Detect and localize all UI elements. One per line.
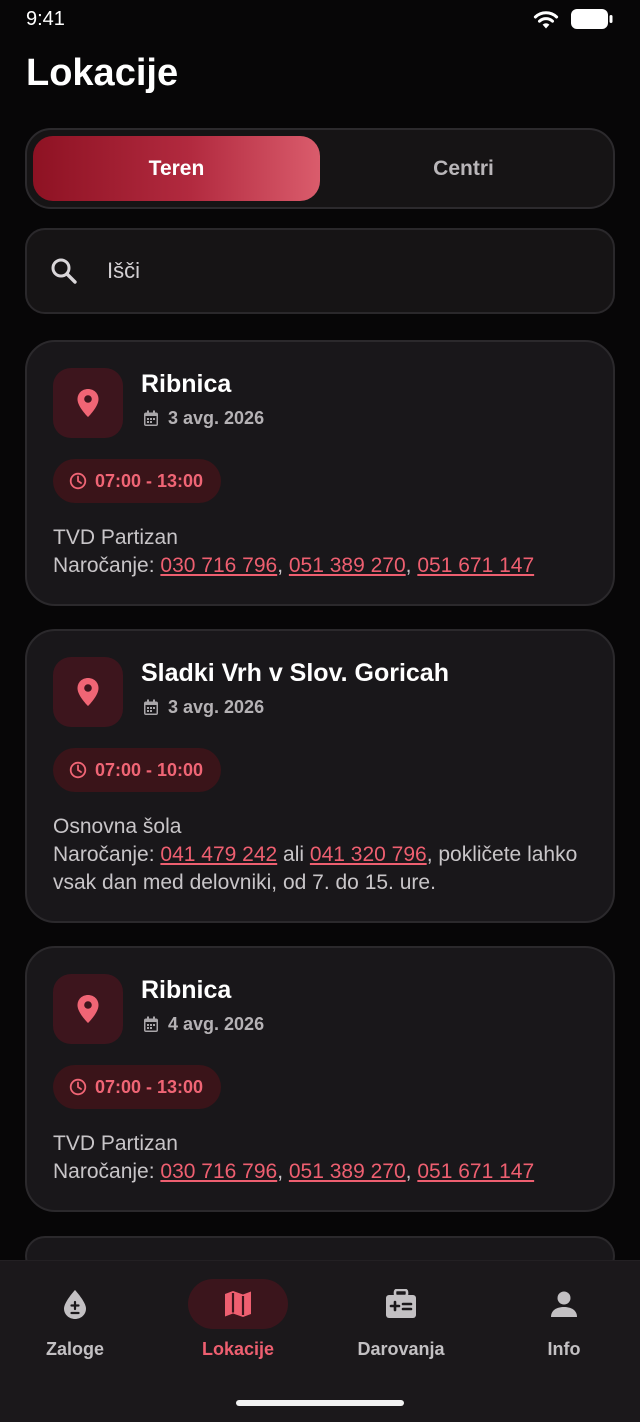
nav-item-zaloge[interactable]: Zaloge: [0, 1279, 155, 1379]
time-chip: 07:00 - 13:00: [53, 459, 222, 503]
venue: TVD Partizan: [53, 1132, 178, 1155]
status-icons: [532, 8, 614, 30]
time-chip: 07:00 - 10:00: [53, 748, 222, 792]
phone-link[interactable]: 030 716 796: [160, 554, 277, 577]
location-card[interactable]: Sladki Vrh v Slov. Goricah 3 avg. 2026 0…: [25, 629, 615, 923]
date-text: 3 avg. 2026: [168, 697, 265, 717]
venue: Osnovna šola: [53, 815, 182, 838]
phone-link[interactable]: 051 671 147: [417, 554, 534, 577]
nav-item-darovanja[interactable]: Darovanja: [321, 1279, 481, 1379]
separator: ,: [405, 1160, 418, 1183]
calendar-icon: [144, 699, 158, 715]
phone-link[interactable]: 041 479 242: [160, 843, 277, 866]
venue: TVD Partizan: [53, 526, 178, 549]
booking-label: Naročanje:: [53, 554, 155, 577]
nav-label: Zaloge: [45, 1339, 104, 1359]
nav-pill: [188, 1279, 288, 1329]
location-date: 3 avg. 2026: [143, 408, 264, 429]
location-card[interactable]: Ribnica 4 avg. 2026 07:00 - 13:00 TVD Pa…: [25, 946, 615, 1212]
phone-link[interactable]: 051 389 270: [289, 554, 406, 577]
date-text: 4 avg. 2026: [168, 1014, 265, 1034]
page-title: Lokacije: [26, 52, 179, 94]
time-text: 07:00 - 13:00: [95, 470, 204, 491]
booking-label: Naročanje:: [53, 1160, 155, 1183]
nav-pill: [514, 1279, 614, 1329]
nav-pill: [25, 1279, 125, 1329]
battery-icon: [571, 9, 613, 29]
location-date: 4 avg. 2026: [143, 1014, 264, 1035]
card-body: Osnovna šola Naročanje: 041 479 242 ali …: [53, 813, 593, 897]
card-body: TVD Partizan Naročanje: 030 716 796, 051…: [53, 1130, 593, 1186]
location-name: Sladki Vrh v Slov. Goricah: [141, 659, 449, 687]
search-icon: [51, 258, 77, 284]
clock-icon: [69, 1078, 87, 1096]
tab-centri[interactable]: Centri: [320, 136, 607, 201]
time-text: 07:00 - 10:00: [95, 759, 204, 780]
nav-pill: [351, 1279, 451, 1329]
nav-label: Darovanja: [357, 1339, 445, 1359]
time-chip: 07:00 - 13:00: [53, 1065, 222, 1109]
separator: ,: [405, 554, 418, 577]
nav-item-lokacije[interactable]: Lokacije: [158, 1279, 318, 1379]
status-time: 9:41: [26, 7, 65, 30]
calendar-icon: [144, 1016, 158, 1032]
blood-drop-icon: [64, 1290, 86, 1319]
date-text: 3 avg. 2026: [168, 408, 265, 428]
location-pin-badge: [53, 368, 123, 438]
location-card[interactable]: Ribnica 3 avg. 2026 07:00 - 13:00 TVD Pa…: [25, 340, 615, 606]
person-icon: [551, 1291, 577, 1317]
location-pin-badge: [53, 974, 123, 1044]
nav-item-info[interactable]: Info: [484, 1279, 640, 1379]
clock-icon: [69, 761, 87, 779]
location-pin-icon: [77, 389, 99, 417]
location-pin-icon: [77, 995, 99, 1023]
location-pin-icon: [77, 678, 99, 706]
calendar-icon: [144, 410, 158, 426]
status-bar: 9:41: [0, 0, 640, 38]
clock-icon: [69, 472, 87, 490]
location-name: Ribnica: [141, 976, 232, 1004]
location-pin-badge: [53, 657, 123, 727]
medical-kit-icon: [386, 1289, 416, 1318]
bottom-navigation: Zaloge Lokacije Darovanja Info: [0, 1260, 640, 1422]
booking-line: Naročanje: 030 716 796, 051 389 270, 051…: [53, 1158, 593, 1186]
time-text: 07:00 - 13:00: [95, 1076, 204, 1097]
home-indicator: [236, 1400, 404, 1406]
booking-label: Naročanje:: [53, 843, 155, 866]
separator: ,: [277, 1160, 289, 1183]
search-input[interactable]: [107, 258, 547, 284]
phone-link[interactable]: 030 716 796: [160, 1160, 277, 1183]
phone-link[interactable]: 051 389 270: [289, 1160, 406, 1183]
location-date: 3 avg. 2026: [143, 697, 264, 718]
separator: ,: [277, 554, 289, 577]
tab-teren[interactable]: Teren: [33, 136, 320, 201]
nav-label: Lokacije: [201, 1339, 275, 1359]
segmented-control: Teren Centri: [25, 128, 615, 209]
nav-label: Info: [547, 1339, 581, 1359]
separator: ali: [277, 843, 310, 866]
booking-line: Naročanje: 030 716 796, 051 389 270, 051…: [53, 552, 593, 580]
booking-line: Naročanje: 041 479 242 ali 041 320 796, …: [53, 841, 593, 897]
search-bar[interactable]: [25, 228, 615, 314]
card-body: TVD Partizan Naročanje: 030 716 796, 051…: [53, 524, 593, 580]
wifi-icon: [533, 11, 559, 29]
phone-link[interactable]: 051 671 147: [417, 1160, 534, 1183]
map-icon: [225, 1291, 251, 1317]
phone-link[interactable]: 041 320 796: [310, 843, 427, 866]
location-name: Ribnica: [141, 370, 232, 398]
